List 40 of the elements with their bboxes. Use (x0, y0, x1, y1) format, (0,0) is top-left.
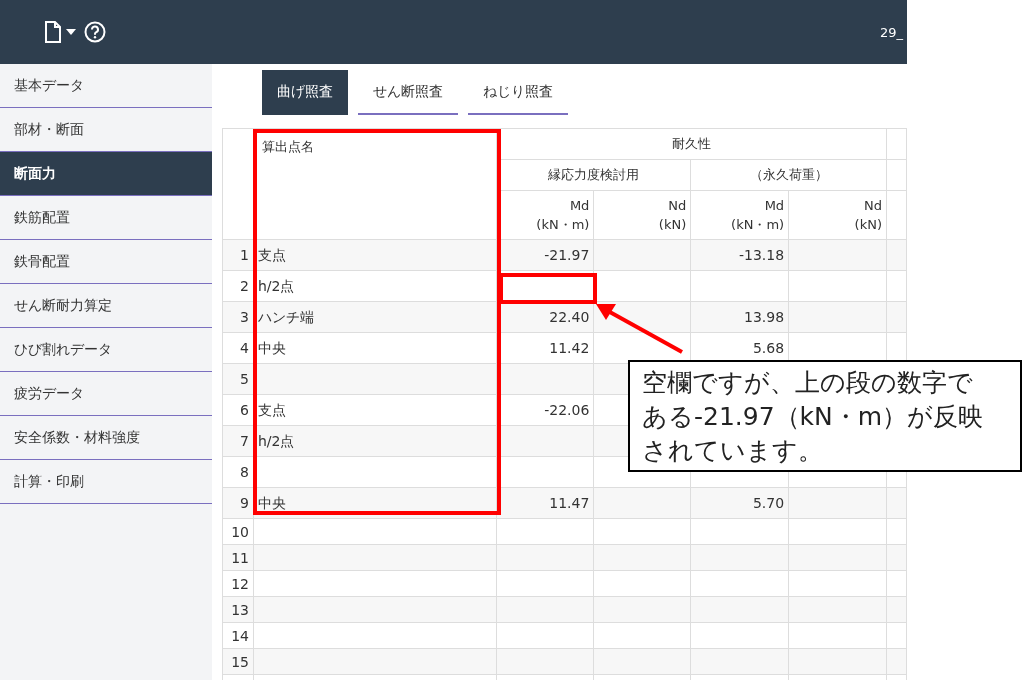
column-header: Nd (kN) (788, 190, 887, 240)
tab[interactable]: ねじり照査 (468, 70, 568, 115)
row-number: 14 (222, 622, 254, 649)
row-number: 12 (222, 570, 254, 597)
row-number: 15 (222, 648, 254, 675)
row-number: 5 (222, 363, 254, 395)
callout-note: 空欄ですが、上の段の数字である-21.97（kN・m）が反映されています。 (628, 360, 1022, 472)
sidebar-item[interactable]: 安全係数・材料強度 (0, 416, 212, 460)
row-number: 1 (222, 239, 254, 271)
row-number: 7 (222, 425, 254, 457)
sidebar-item[interactable]: 疲労データ (0, 372, 212, 416)
file-title: 29_ (879, 24, 903, 40)
subgroup-header: （永久荷重） (690, 159, 887, 191)
tab[interactable]: せん断照査 (358, 70, 458, 115)
row-number: 11 (222, 544, 254, 571)
group-header: 耐久性 (497, 128, 887, 160)
table-cell: 13.98 (690, 301, 789, 333)
sidebar-item[interactable]: 基本データ (0, 64, 212, 108)
sidebar-item[interactable]: 鉄筋配置 (0, 196, 212, 240)
column-header: Md (kN・m) (690, 190, 789, 240)
column-header: Nd (kN) (593, 190, 691, 240)
sidebar-item[interactable]: ひび割れデータ (0, 328, 212, 372)
help-icon[interactable] (84, 21, 106, 43)
row-number: 13 (222, 596, 254, 623)
row-number: 6 (222, 394, 254, 426)
sidebar-item[interactable]: 計算・印刷 (0, 460, 212, 504)
sidebar-item[interactable]: 断面力 (0, 152, 212, 196)
row-number: 8 (222, 456, 254, 488)
document-icon[interactable] (44, 21, 62, 43)
row-number: 9 (222, 487, 254, 519)
table-cell: -13.18 (690, 239, 789, 271)
sidebar-item[interactable]: 鉄骨配置 (0, 240, 212, 284)
sidebar-item[interactable]: せん断耐力算定 (0, 284, 212, 328)
table-cell: 5.70 (690, 487, 789, 519)
tab[interactable]: 曲げ照査 (262, 70, 348, 115)
row-number: 10 (222, 518, 254, 545)
row-number: 2 (222, 270, 254, 302)
caret-icon[interactable] (66, 29, 76, 35)
row-number: 4 (222, 332, 254, 364)
row-number: 3 (222, 301, 254, 333)
